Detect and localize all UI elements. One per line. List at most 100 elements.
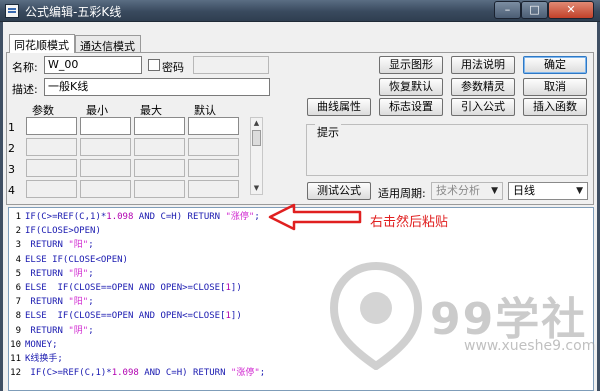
password-label: 密码 (162, 61, 184, 74)
tab-ths-mode[interactable]: 同花顺模式 (9, 34, 75, 53)
param-default-cell[interactable] (188, 159, 239, 177)
line-number: 9 (15, 325, 21, 336)
code-token: K线换手; (25, 354, 63, 364)
usage-button[interactable]: 用法说明 (451, 56, 515, 74)
password-checkbox[interactable] (148, 59, 160, 71)
param-min-cell[interactable] (80, 180, 131, 198)
code-line: 10 MONEY; (9, 338, 58, 352)
annotation-arrow-icon (268, 203, 362, 231)
tab-tdx-mode[interactable]: 通达信模式 (75, 35, 141, 53)
code-line: 1 IF(C>=REF(C,1)*1.098 AND C=H) RETURN "涨… (9, 210, 260, 224)
param-min-cell[interactable] (80, 159, 131, 177)
param-name-cell[interactable] (26, 138, 77, 156)
code-token: IF(C>=REF(C,1)* (25, 368, 112, 379)
formula-type-value: 技术分析 (436, 184, 480, 197)
window-title: 公式编辑-五彩K线 (25, 5, 122, 19)
code-token: MONEY; (25, 339, 58, 350)
code-line: 5 RETURN "阴"; (9, 267, 94, 281)
code-token: ELSE IF(CLOSE==OPEN AND OPEN>=CLOSE[ (25, 283, 226, 293)
param-name-cell[interactable] (26, 180, 77, 198)
param-default-cell[interactable] (188, 117, 239, 135)
param-header-default: 默认 (194, 104, 216, 117)
line-number: 10 (10, 339, 21, 350)
code-token: "涨停" (230, 368, 260, 379)
desc-field[interactable]: 一般K线 (44, 78, 270, 96)
code-token: AND C=H) RETURN (133, 212, 226, 222)
param-default-cell[interactable] (188, 180, 239, 198)
password-field[interactable] (193, 56, 269, 74)
param-scrollbar[interactable]: ▲ ▼ (250, 117, 263, 195)
dropdown-arrow-icon: ▼ (576, 186, 583, 196)
code-line: 7 RETURN "阳"; (9, 295, 94, 309)
param-default-cell[interactable] (188, 138, 239, 156)
line-number: 4 (15, 254, 21, 265)
formula-type-select[interactable]: 技术分析 ▼ (431, 182, 503, 200)
close-button[interactable]: ✕ (548, 1, 594, 19)
code-token: ; (88, 240, 94, 251)
watermark-url: www.xueshe9.com (464, 338, 596, 354)
code-token: RETURN (25, 325, 69, 336)
show-graph-button[interactable]: 显示图形 (379, 56, 443, 74)
name-field[interactable]: W_00 (44, 56, 142, 74)
code-token: ; (88, 268, 94, 279)
hint-groupbox: 提示 (306, 124, 588, 176)
line-number: 1 (15, 212, 21, 222)
ok-button[interactable]: 确定 (523, 56, 587, 74)
maximize-button[interactable]: □ (521, 1, 548, 19)
code-token: IF(C>=REF(C,1)* (25, 212, 107, 222)
param-header-name: 参数 (32, 104, 54, 117)
param-name-cell[interactable] (26, 117, 77, 135)
code-line: 2 IF(CLOSE>OPEN) (9, 224, 101, 238)
name-label: 名称: (12, 61, 38, 74)
code-token: 1.098 (111, 368, 139, 379)
code-token: ELSE IF(CLOSE<OPEN) (25, 254, 128, 265)
code-token: ; (254, 212, 260, 222)
marker-settings-button[interactable]: 标志设置 (379, 98, 443, 116)
scroll-up-icon[interactable]: ▲ (251, 118, 262, 129)
param-min-cell[interactable] (80, 138, 131, 156)
line-number: 6 (15, 283, 21, 293)
code-token: ; (259, 368, 266, 379)
test-formula-button[interactable]: 测试公式 (307, 182, 371, 200)
line-number: 3 (15, 240, 21, 251)
code-line: 4 ELSE IF(CLOSE<OPEN) (9, 253, 128, 267)
param-wizard-button[interactable]: 参数精灵 (451, 78, 515, 96)
param-max-cell[interactable] (134, 159, 185, 177)
param-row-number: 4 (8, 184, 15, 197)
param-max-cell[interactable] (134, 117, 185, 135)
code-line: 6 ELSE IF(CLOSE==OPEN AND OPEN>=CLOSE[1]) (9, 281, 242, 295)
line-number: 2 (15, 226, 21, 237)
param-row-number: 1 (8, 121, 15, 134)
code-line: 11 K线换手; (9, 352, 63, 366)
param-min-cell[interactable] (80, 117, 131, 135)
code-token: "涨停" (225, 212, 255, 222)
param-header-min: 最小 (86, 104, 108, 117)
app-icon (5, 4, 19, 18)
minimize-button[interactable]: – (494, 1, 521, 19)
hint-label: 提示 (315, 124, 341, 140)
param-row-number: 2 (8, 142, 15, 155)
desc-label: 描述: (12, 83, 38, 96)
code-line: 3 RETURN "阳"; (9, 238, 94, 252)
period-select[interactable]: 日线 ▼ (508, 182, 588, 200)
period-value: 日线 (513, 184, 535, 197)
cancel-button[interactable]: 取消 (523, 78, 587, 96)
code-token: ; (88, 297, 94, 308)
param-name-cell[interactable] (26, 159, 77, 177)
import-formula-button[interactable]: 引入公式 (451, 98, 515, 116)
scroll-thumb[interactable] (252, 130, 261, 146)
code-token: 1.098 (106, 212, 134, 222)
period-label: 适用周期: (378, 187, 426, 200)
curve-props-button[interactable]: 曲线属性 (307, 98, 371, 116)
insert-function-button[interactable]: 插入函数 (523, 98, 587, 116)
restore-default-button[interactable]: 恢复默认 (379, 78, 443, 96)
param-max-cell[interactable] (134, 180, 185, 198)
code-token: ELSE IF(CLOSE==OPEN AND OPEN<=CLOSE[ (25, 311, 226, 322)
line-number: 5 (15, 268, 21, 279)
param-row-number: 3 (8, 163, 15, 176)
code-token: "阳" (68, 240, 89, 251)
scroll-down-icon[interactable]: ▼ (251, 183, 262, 194)
param-max-cell[interactable] (134, 138, 185, 156)
code-token: RETURN (25, 297, 69, 308)
code-token: ; (88, 325, 94, 336)
